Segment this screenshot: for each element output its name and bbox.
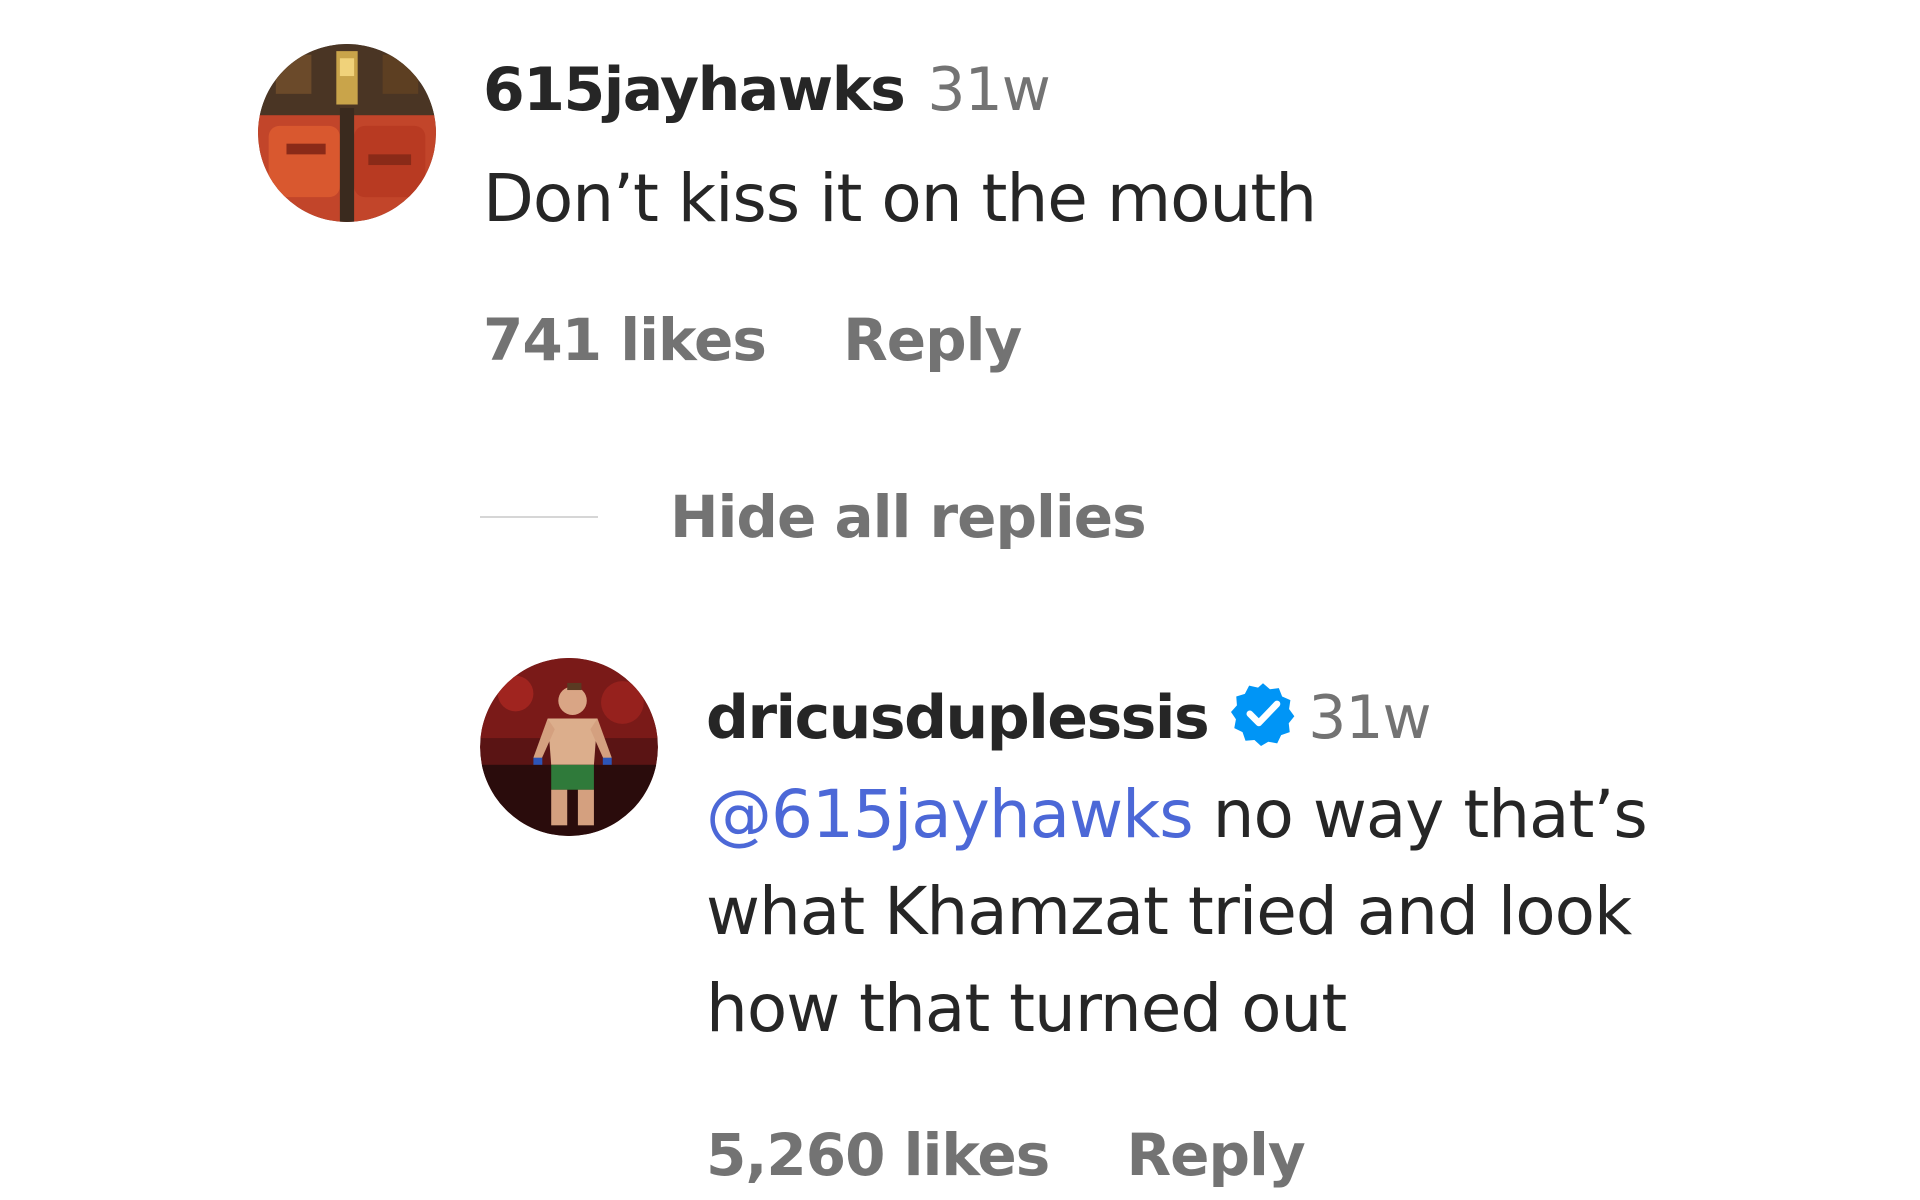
reply-username[interactable]: dricusduplessis [706, 683, 1210, 753]
reply-actions: 5,260 likes Reply [706, 1126, 1306, 1184]
comments-thread: 615jayhawks 31w Don’t kiss it on the mou… [0, 0, 1920, 1200]
comment-text: Don’t kiss it on the mouth [483, 160, 1317, 237]
avatar-image [258, 44, 436, 222]
user-avatar-icon[interactable] [258, 44, 436, 222]
reply-timestamp[interactable]: 31w [1308, 683, 1431, 753]
divider-line [480, 516, 598, 518]
hide-replies-toggle[interactable]: Hide all replies [480, 488, 1147, 546]
reply-button[interactable]: Reply [1127, 1126, 1306, 1184]
verified-badge-icon [1230, 680, 1296, 746]
user-avatar-icon[interactable] [480, 658, 658, 836]
avatar-image [480, 658, 658, 836]
likes-count[interactable]: 741 likes [483, 311, 767, 369]
comment-username[interactable]: 615jayhawks [483, 55, 906, 125]
comment-actions: 741 likes Reply [483, 311, 1022, 369]
comment-header: 615jayhawks 31w [483, 60, 1051, 120]
likes-count[interactable]: 5,260 likes [706, 1126, 1050, 1184]
comment-timestamp[interactable]: 31w [927, 55, 1050, 125]
reply-button[interactable]: Reply [843, 311, 1022, 369]
reply-text: @615jayhawks no way that’s what Khamzat … [706, 766, 1766, 1057]
reply-header: dricusduplessis 31w [706, 680, 1432, 748]
hide-replies-label: Hide all replies [670, 483, 1147, 551]
mention-link[interactable]: @615jayhawks [706, 776, 1194, 853]
